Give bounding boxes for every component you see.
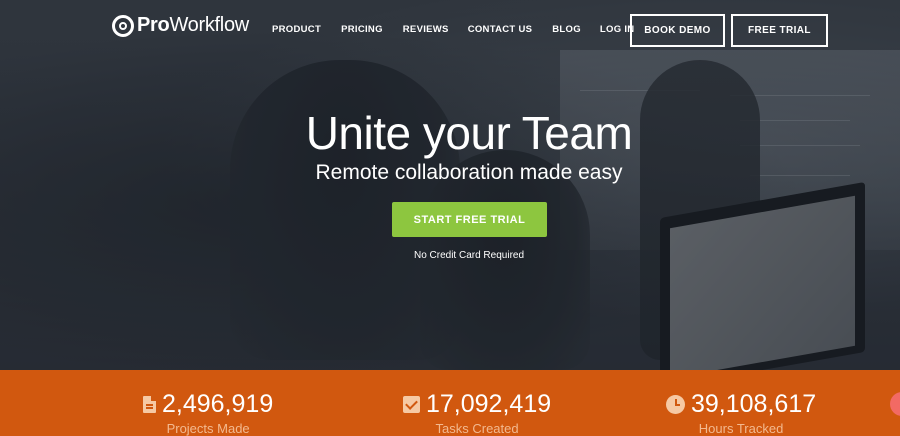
checkbox-icon [403, 396, 420, 413]
top-navigation: ProWorkflow PRODUCT PRICING REVIEWS CONT… [0, 0, 900, 60]
stat-projects: 2,496,919 Projects Made [143, 392, 273, 436]
logo[interactable]: ProWorkflow [112, 14, 249, 37]
stat-hours: 39,108,617 Hours Tracked [666, 392, 816, 436]
document-icon [143, 396, 156, 413]
start-free-trial-button[interactable]: START FREE TRIAL [392, 202, 547, 237]
free-trial-button[interactable]: FREE TRIAL [731, 14, 828, 47]
stat-value: 2,496,919 [162, 390, 274, 418]
no-credit-card-note: No Credit Card Required [413, 250, 525, 261]
nav-link-blog[interactable]: BLOG [552, 24, 581, 35]
nav-links: PRODUCT PRICING REVIEWS CONTACT US BLOG … [272, 24, 634, 35]
hero-headline: Unite your Team [305, 107, 633, 159]
stat-label: Projects Made [166, 421, 250, 436]
nav-link-pricing[interactable]: PRICING [341, 24, 383, 35]
clock-icon [666, 395, 685, 414]
stat-label: Hours Tracked [698, 421, 784, 436]
nav-link-contact-us[interactable]: CONTACT US [468, 24, 533, 35]
stat-value: 17,092,419 [426, 390, 552, 418]
hero-subheadline: Remote collaboration made easy [315, 161, 623, 184]
nav-link-reviews[interactable]: REVIEWS [403, 24, 449, 35]
book-demo-button[interactable]: BOOK DEMO [630, 14, 725, 47]
logo-text: ProWorkflow [137, 14, 249, 36]
stats-bar: 2,496,919 Projects Made 17,092,419 Tasks… [0, 370, 900, 436]
proworkflow-logo-icon [112, 14, 134, 37]
stat-label: Tasks Created [435, 421, 519, 436]
stat-tasks: 17,092,419 Tasks Created [403, 392, 551, 436]
nav-link-product[interactable]: PRODUCT [272, 24, 321, 35]
stat-value: 39,108,617 [691, 390, 817, 418]
